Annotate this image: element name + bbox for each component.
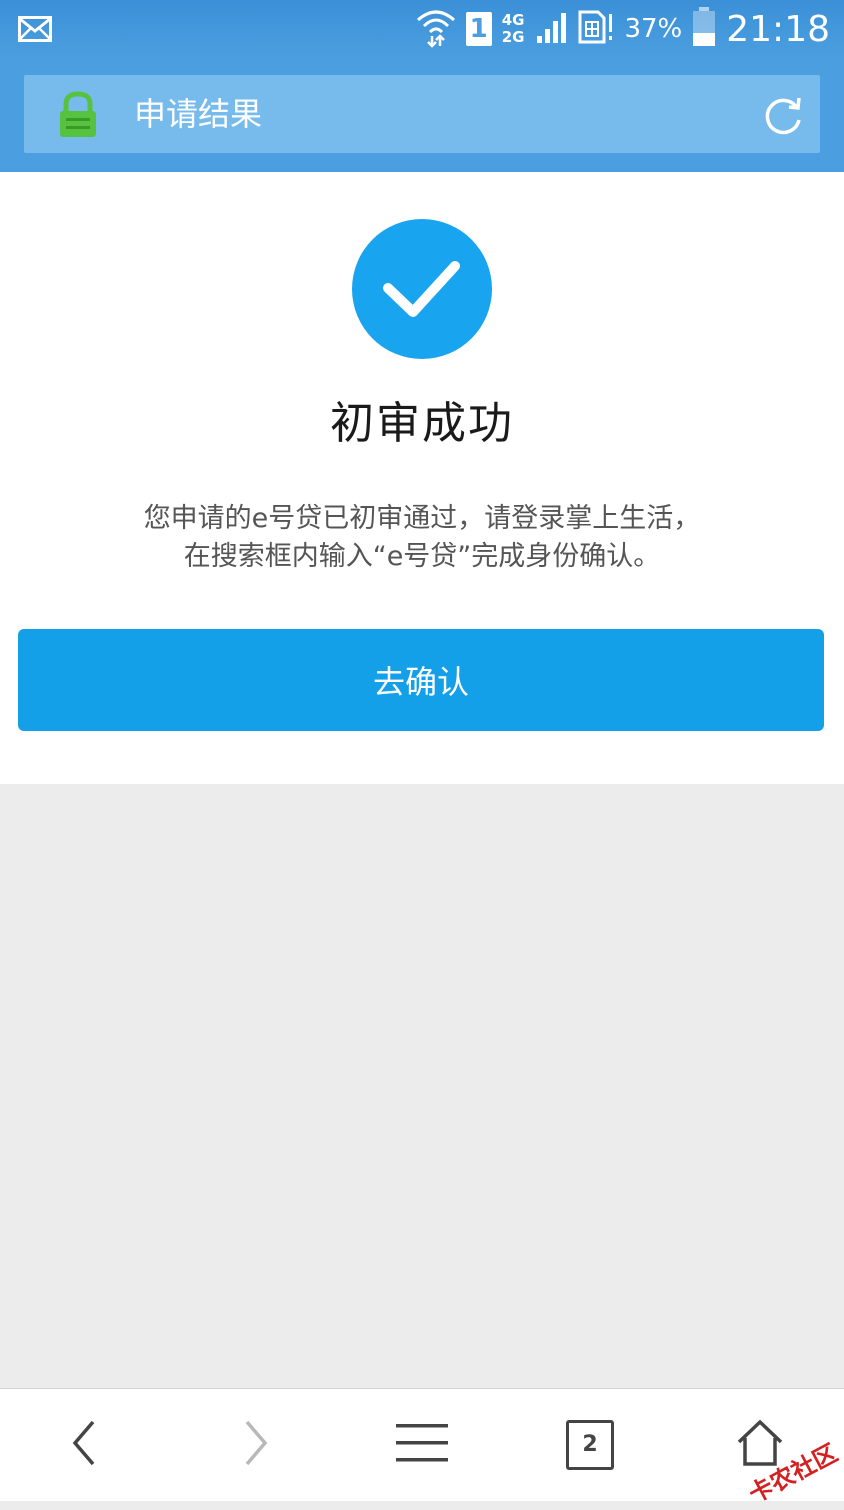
clock: 21:18 <box>726 8 830 50</box>
tab-count: 2 <box>566 1420 614 1470</box>
network-type-top: 4G <box>501 11 525 29</box>
result-description-line-1: 您申请的e号贷已初审通过，请登录掌上生活， <box>143 503 701 534</box>
back-button[interactable] <box>24 1389 144 1501</box>
refresh-icon[interactable] <box>762 94 804 136</box>
chevron-right-icon <box>243 1420 269 1470</box>
tabs-button[interactable]: 2 <box>530 1389 650 1501</box>
sim-alert-icon <box>578 10 614 48</box>
result-description-line-2: 在搜索框内输入“e号贷”完成身份确认。 <box>183 541 661 572</box>
signal-icon <box>536 10 568 48</box>
menu-icon <box>396 1422 448 1468</box>
battery-percent: 37% <box>624 14 683 44</box>
network-type-bottom: 2G <box>501 28 525 46</box>
sim-slot-icon: 1 <box>465 12 492 46</box>
check-circle-icon <box>351 218 493 360</box>
result-description: 您申请的e号贷已初审通过，请登录掌上生活， 在搜索框内输入“e号贷”完成身份确认… <box>60 500 784 576</box>
chevron-left-icon <box>71 1420 97 1470</box>
address-bar: 申请结果 <box>0 58 844 172</box>
mail-notification-icon <box>18 16 52 46</box>
menu-button[interactable] <box>362 1389 482 1501</box>
result-card: 初审成功 您申请的e号贷已初审通过，请登录掌上生活， 在搜索框内输入“e号贷”完… <box>0 172 844 784</box>
forward-button[interactable] <box>196 1389 316 1501</box>
bottom-nav: 2 卡农社区 <box>0 1388 844 1509</box>
address-field[interactable]: 申请结果 <box>24 75 820 153</box>
lock-icon[interactable] <box>56 91 100 139</box>
network-type: 4G 2G <box>502 12 525 46</box>
page-title: 申请结果 <box>134 95 263 133</box>
confirm-button[interactable]: 去确认 <box>18 629 824 731</box>
wifi-icon <box>416 6 456 52</box>
status-bar: 1 4G 2G 37% 21:18 <box>0 0 844 58</box>
result-title: 初审成功 <box>330 398 514 449</box>
battery-icon <box>692 7 716 51</box>
